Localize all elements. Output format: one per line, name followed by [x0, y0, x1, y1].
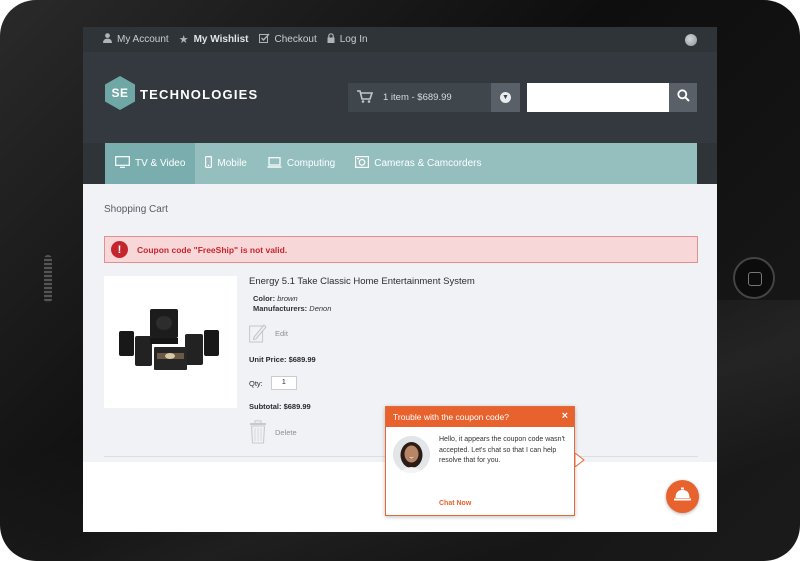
globe-icon[interactable]	[685, 34, 697, 46]
logo-mark[interactable]: SE	[105, 76, 135, 110]
manufacturer-value: Denon	[309, 304, 332, 313]
nav-item-tv-video[interactable]: TV & Video	[105, 143, 196, 184]
search-icon	[676, 88, 690, 107]
checkout-link[interactable]: Checkout	[258, 33, 317, 46]
site-header: SE TECHNOLOGIES 1 item - $689.99 ▼	[83, 52, 717, 143]
checkbox-icon	[258, 33, 270, 46]
mini-cart[interactable]: 1 item - $689.99	[348, 83, 491, 112]
nav-label: Computing	[286, 158, 336, 169]
tv-icon	[115, 156, 130, 171]
chat-tail	[575, 453, 585, 467]
user-icon	[103, 33, 112, 46]
cart-dropdown-button[interactable]: ▼	[491, 83, 520, 112]
product-color: Color: brown	[253, 294, 298, 303]
pencil-icon	[249, 323, 267, 343]
logo-text[interactable]: TECHNOLOGIES	[140, 87, 258, 102]
tablet-speaker	[44, 255, 52, 303]
chat-popup: Trouble with the coupon code? × Hello, i…	[385, 406, 585, 516]
chat-message: Hello, it appears the coupon code wasn't…	[439, 436, 565, 464]
breadcrumb: Shopping Cart	[104, 204, 168, 215]
product-image[interactable]	[104, 276, 237, 408]
home-button[interactable]	[733, 257, 775, 299]
delete-label: Delete	[275, 427, 297, 437]
quantity-input[interactable]: 1	[270, 376, 297, 390]
qty-label: Qty:	[249, 378, 263, 388]
chat-title: Trouble with the coupon code?	[393, 412, 509, 422]
chat-launcher-button[interactable]	[666, 480, 699, 513]
edit-button[interactable]: Edit	[249, 323, 288, 343]
speaker-system-illustration	[119, 309, 219, 370]
close-icon[interactable]: ×	[562, 410, 568, 422]
agent-avatar	[393, 436, 430, 473]
nav-item-cameras[interactable]: Cameras & Camcorders	[345, 143, 491, 184]
search-button[interactable]	[669, 83, 697, 112]
trash-icon	[249, 420, 267, 444]
camera-icon	[355, 156, 370, 171]
color-label: Color:	[253, 294, 276, 303]
my-wishlist-link[interactable]: ★ My Wishlist	[179, 33, 249, 46]
subtotal: Subtotal: $689.99	[249, 402, 311, 411]
error-icon: !	[111, 241, 128, 258]
product-manufacturer: Manufacturers: Denon	[253, 304, 331, 313]
nav-label: TV & Video	[135, 158, 186, 169]
my-account-link[interactable]: My Account	[103, 33, 169, 46]
color-value: brown	[277, 294, 298, 303]
my-account-label: My Account	[117, 34, 169, 45]
cart-summary: 1 item - $689.99	[383, 92, 452, 103]
alert-message: Coupon code "FreeShip" is not valid.	[137, 244, 288, 255]
nav-label: Mobile	[217, 158, 247, 169]
nav-label: Cameras & Camcorders	[374, 158, 482, 169]
log-in-link[interactable]: Log In	[327, 33, 368, 46]
manufacturer-label: Manufacturers:	[253, 304, 308, 313]
chevron-down-icon: ▼	[500, 92, 511, 103]
tablet-frame: My Account ★ My Wishlist Checkout Log In	[0, 0, 800, 561]
top-bar: My Account ★ My Wishlist Checkout Log In	[83, 27, 717, 52]
chat-now-link[interactable]: Chat Now	[439, 500, 471, 507]
cart-icon	[357, 89, 374, 106]
nav-item-mobile[interactable]: Mobile	[195, 143, 256, 184]
main-nav: TV & Video Mobile Computing Cameras & Ca…	[105, 143, 697, 184]
lock-icon	[327, 33, 335, 46]
product-title[interactable]: Energy 5.1 Take Classic Home Entertainme…	[249, 276, 475, 287]
quantity-row: Qty: 1	[249, 376, 297, 390]
edit-label: Edit	[275, 328, 288, 338]
delete-button[interactable]: Delete	[249, 420, 297, 444]
mobile-icon	[205, 156, 213, 171]
unit-price: Unit Price: $689.99	[249, 355, 316, 364]
checkout-label: Checkout	[274, 34, 317, 45]
bell-icon	[674, 487, 691, 506]
star-icon: ★	[178, 34, 189, 46]
my-wishlist-label: My Wishlist	[193, 34, 249, 45]
laptop-icon	[267, 156, 282, 171]
search-input[interactable]	[527, 83, 669, 112]
log-in-label: Log In	[339, 34, 368, 45]
chat-header: Trouble with the coupon code? ×	[386, 407, 574, 427]
nav-item-computing[interactable]: Computing	[257, 143, 345, 184]
error-alert: ! Coupon code "FreeShip" is not valid.	[104, 236, 698, 263]
